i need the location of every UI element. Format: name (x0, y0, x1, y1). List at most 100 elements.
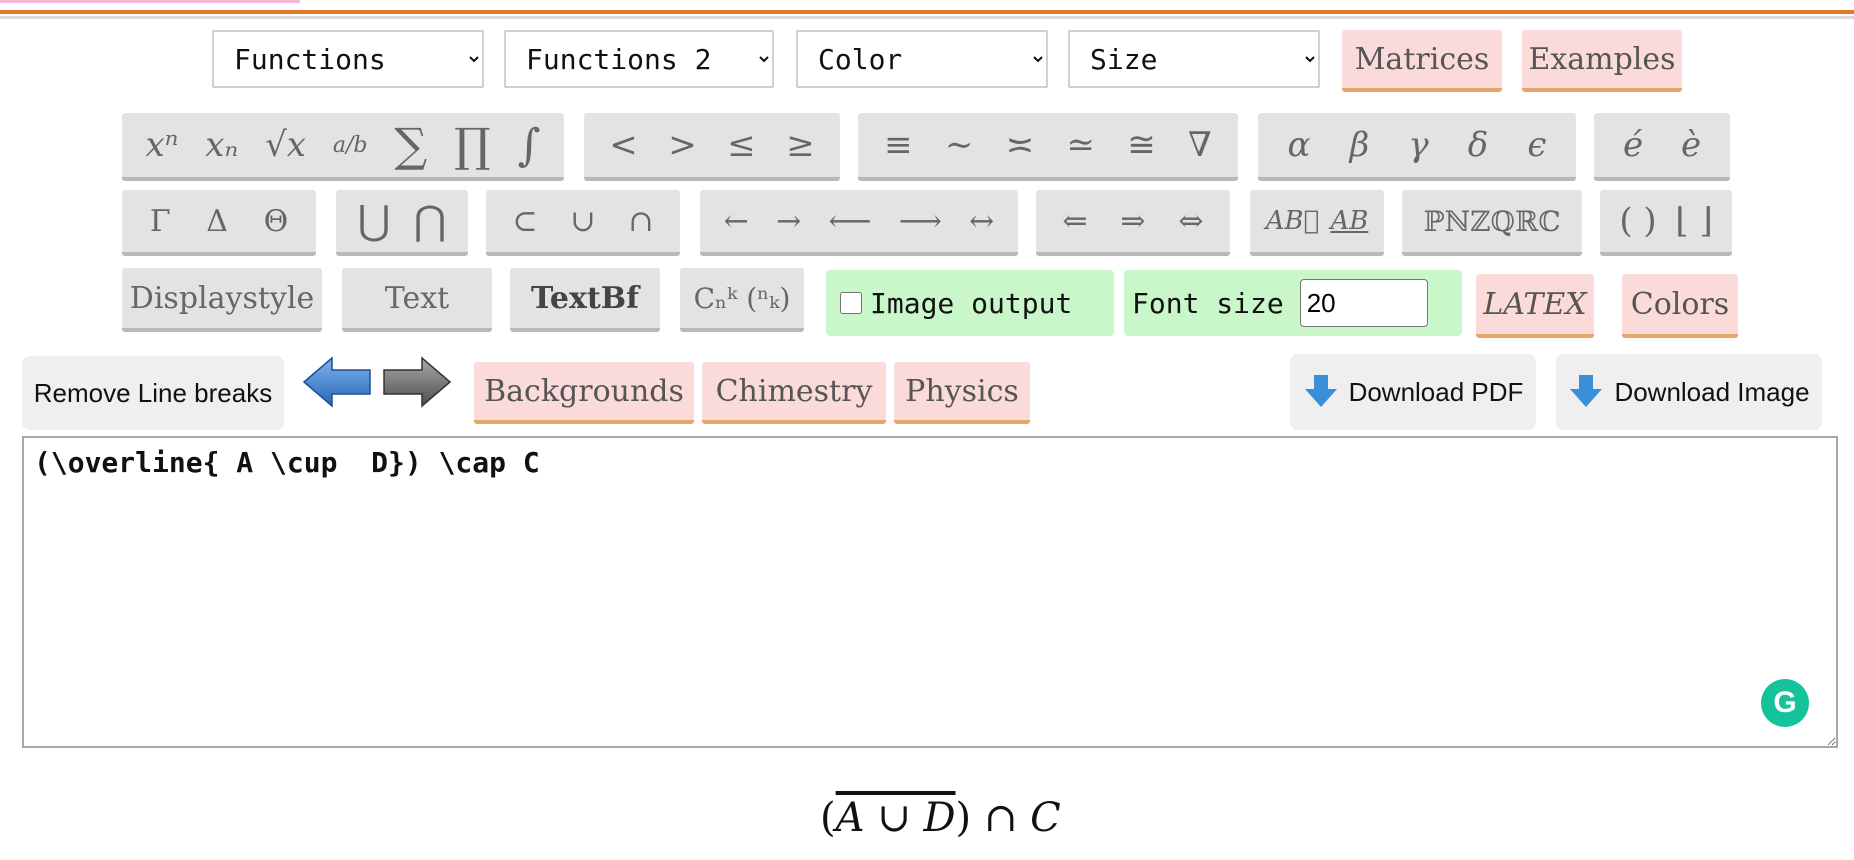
alpha-button[interactable]: α (1288, 125, 1311, 165)
binomial-button[interactable]: Cₙᵏ (ⁿₖ) (680, 268, 804, 332)
overrightarrow-button[interactable]: AB⃗ (1266, 206, 1320, 236)
epsilon-button[interactable]: ϵ (1527, 125, 1546, 165)
remove-line-breaks-button[interactable]: Remove Line breaks (22, 356, 284, 430)
examples-button[interactable]: Examples (1522, 30, 1682, 92)
e-grave-button[interactable]: è (1681, 125, 1701, 165)
image-output-option: Image output (826, 270, 1114, 336)
displaystyle-button[interactable]: Displaystyle (122, 268, 322, 332)
long-left-arrow-button[interactable]: ⟵ (829, 204, 872, 239)
fraction-symbol-button[interactable]: a/b (333, 133, 368, 158)
vector-group: AB⃗ AB (1250, 190, 1384, 256)
physics-button[interactable]: Physics (894, 362, 1030, 424)
greek-upper-group: Γ Δ Θ (122, 190, 316, 256)
beta-button[interactable]: β (1350, 125, 1370, 165)
gray-divider (0, 16, 1854, 19)
colors-button[interactable]: Colors (1622, 274, 1738, 338)
double-right-arrow-button[interactable]: ⇒ (1120, 204, 1145, 239)
number-sets-button[interactable]: ℙℕℤℚℝℂ (1423, 205, 1560, 238)
text-button[interactable]: Text (342, 268, 492, 332)
asymp-button[interactable]: ≍ (1006, 125, 1035, 165)
chimestry-button[interactable]: Chimestry (702, 362, 886, 424)
less-than-button[interactable]: < (609, 125, 638, 165)
functions-dropdown[interactable]: Functions (212, 30, 484, 88)
download-pdf-button[interactable]: Download PDF (1290, 354, 1536, 430)
e-acute-button[interactable]: é (1623, 125, 1643, 165)
binomial-label: Cₙᵏ (ⁿₖ) (693, 281, 791, 315)
long-right-arrow-button[interactable]: ⟶ (899, 204, 942, 239)
font-size-option: Font size (1124, 270, 1462, 336)
top-tab-indicator (0, 0, 300, 3)
set-group: ⊂ ∪ ∩ (486, 190, 680, 256)
color-dropdown[interactable]: Color (796, 30, 1048, 88)
output-close-paren: ) (955, 795, 972, 841)
inequality-symbol-group: < > ≤ ≥ (584, 113, 840, 181)
greek-lower-group: α β γ δ ϵ (1258, 113, 1576, 181)
latex-button[interactable]: LATEX (1476, 274, 1594, 338)
orange-divider (0, 10, 1854, 14)
bigcup-button[interactable]: ⋃ (358, 198, 391, 244)
font-size-input[interactable] (1299, 279, 1428, 327)
output-open-paren: ( (820, 795, 836, 841)
parentheses-button[interactable]: ( ) (1619, 201, 1656, 241)
floor-button[interactable]: ⌊ ⌋ (1675, 201, 1712, 241)
textbf-label: TextBf (531, 280, 639, 316)
sum-symbol-button[interactable]: ∑ (394, 118, 427, 172)
download-icon (1304, 375, 1337, 407)
download-icon (1570, 375, 1603, 407)
delta-upper-button[interactable]: Δ (206, 204, 228, 239)
latex-editor[interactable]: (\overline{ A \cup D}) \cap C (22, 436, 1838, 748)
text-label: Text (384, 280, 450, 316)
gamma-upper-button[interactable]: Γ (150, 204, 171, 239)
font-size-label: Font size (1132, 286, 1284, 320)
displaystyle-label: Displaystyle (129, 280, 315, 316)
less-equal-button[interactable]: ≤ (727, 125, 756, 165)
number-sets-group: ℙℕℤℚℝℂ (1402, 190, 1582, 256)
greater-than-button[interactable]: > (668, 125, 697, 165)
double-arrow-group: ⇐ ⇒ ⇔ (1036, 190, 1230, 256)
simeq-button[interactable]: ≃ (1066, 125, 1095, 165)
grammarly-icon[interactable]: G (1761, 679, 1809, 727)
matrices-button[interactable]: Matrices (1342, 30, 1502, 92)
integral-symbol-button[interactable]: ∫ (518, 120, 541, 171)
cup-button[interactable]: ∪ (570, 204, 595, 239)
redo-arrow-icon[interactable] (382, 354, 452, 410)
power-symbol-button[interactable]: xⁿ (145, 125, 178, 165)
nabla-button[interactable]: ∇ (1188, 125, 1212, 165)
size-dropdown[interactable]: Size (1068, 30, 1320, 88)
functions-2-dropdown[interactable]: Functions 2 (504, 30, 774, 88)
bigcap-button[interactable]: ⋂ (414, 198, 447, 244)
bracket-group: ( ) ⌊ ⌋ (1600, 190, 1732, 256)
equiv-button[interactable]: ≡ (884, 125, 913, 165)
left-arrow-button[interactable]: ← (724, 204, 749, 239)
textbf-button[interactable]: TextBf (510, 268, 660, 332)
image-output-checkbox[interactable] (840, 292, 862, 314)
underrightarrow-button[interactable]: AB (1330, 206, 1368, 236)
double-left-right-arrow-button[interactable]: ⇔ (1178, 204, 1203, 239)
download-image-label: Download Image (1614, 376, 1810, 407)
subscript-symbol-button[interactable]: xₙ (205, 125, 238, 165)
right-arrow-button[interactable]: → (776, 204, 801, 239)
sqrt-symbol-button[interactable]: √x (265, 125, 306, 165)
accent-group: é è (1594, 113, 1730, 181)
functions-symbol-group: xⁿ xₙ √x a/b ∑ ∏ ∫ (122, 113, 564, 181)
theta-upper-button[interactable]: Θ (264, 204, 289, 239)
cong-button[interactable]: ≅ (1127, 125, 1156, 165)
output-c: C (1030, 795, 1061, 841)
relation-symbol-group: ≡ ∼ ≍ ≃ ≅ ∇ (858, 113, 1238, 181)
big-set-group: ⋃ ⋂ (336, 190, 468, 256)
subset-button[interactable]: ⊂ (512, 204, 537, 239)
product-symbol-button[interactable]: ∏ (454, 118, 491, 172)
rendered-output: (A ∪ D) ∩ C (820, 795, 1061, 841)
double-left-arrow-button[interactable]: ⇐ (1062, 204, 1087, 239)
cap-button[interactable]: ∩ (628, 204, 653, 239)
gamma-button[interactable]: γ (1408, 125, 1428, 165)
left-right-arrow-button[interactable]: ↔ (969, 204, 994, 239)
undo-arrow-icon[interactable] (302, 354, 372, 410)
backgrounds-button[interactable]: Backgrounds (474, 362, 694, 424)
output-cap: ∩ (971, 795, 1031, 841)
sim-button[interactable]: ∼ (945, 125, 974, 165)
greater-equal-button[interactable]: ≥ (786, 125, 815, 165)
arrow-group: ← → ⟵ ⟶ ↔ (700, 190, 1018, 256)
delta-button[interactable]: δ (1468, 125, 1488, 165)
download-image-button[interactable]: Download Image (1556, 354, 1822, 430)
